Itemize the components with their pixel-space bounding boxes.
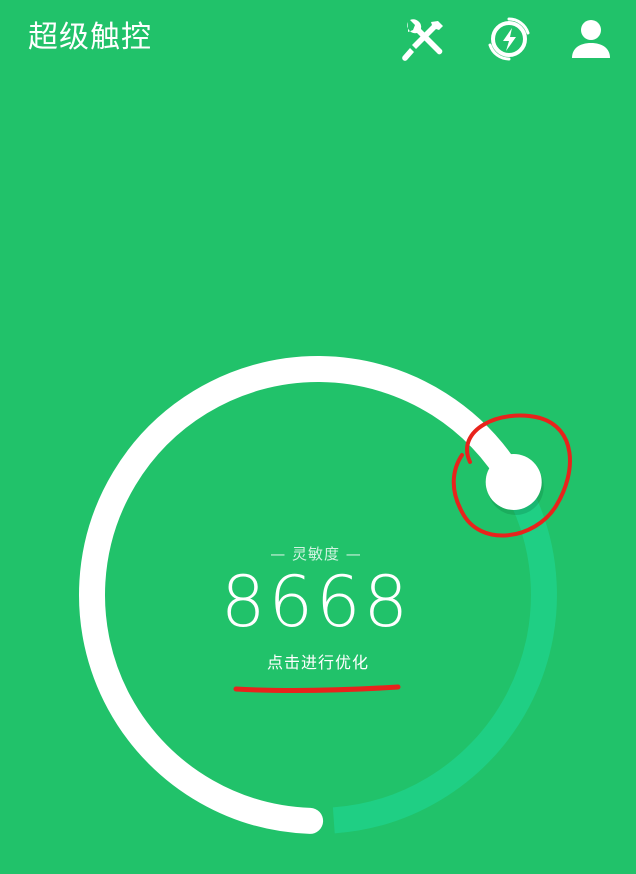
sensitivity-dial[interactable]: [0, 0, 636, 874]
optimize-button[interactable]: 点击进行优化: [228, 652, 408, 674]
sensitivity-value: 8668: [220, 561, 412, 643]
dial-handle[interactable]: [485, 454, 542, 510]
